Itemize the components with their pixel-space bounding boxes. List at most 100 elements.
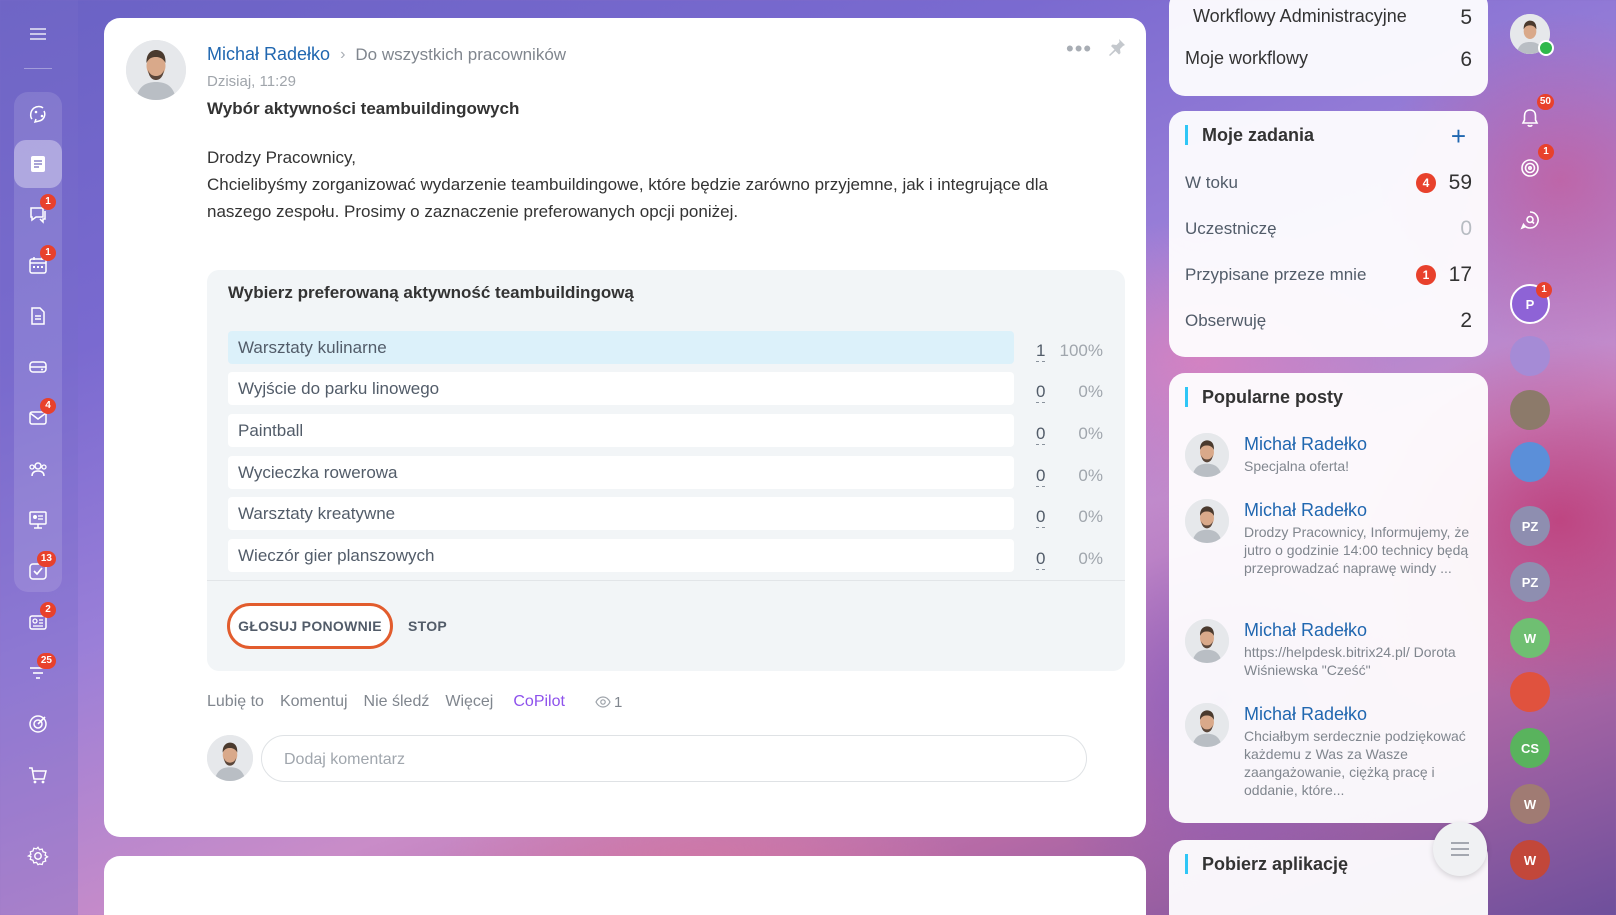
- workflow-row-label: Workflowy Administracyjne: [1193, 6, 1407, 26]
- popular-post-author[interactable]: Michał Radełko: [1244, 499, 1472, 521]
- poll-vote-count[interactable]: 0: [1036, 417, 1046, 445]
- nav-crm-button[interactable]: 2: [14, 598, 62, 646]
- more-link[interactable]: Więcej: [445, 693, 493, 711]
- nav-tasks-button[interactable]: 13: [14, 547, 62, 595]
- get-apps-title[interactable]: Pobierz aplikację: [1185, 854, 1348, 874]
- nav-badge: 1: [40, 194, 56, 210]
- post-date[interactable]: Dzisiaj, 11:29: [207, 73, 296, 90]
- groups-icon: [29, 462, 47, 477]
- workflow-row-label: Moje workflowy: [1185, 48, 1309, 68]
- recent-chat-avatar[interactable]: [1510, 442, 1550, 482]
- nav-cart-button[interactable]: [14, 751, 62, 799]
- popular-post-item[interactable]: Michał Radełko Chciałbym serdecznie podzi…: [1185, 703, 1472, 799]
- recent-chat-avatar[interactable]: [1510, 672, 1550, 712]
- popular-post-author[interactable]: Michał Radełko: [1244, 433, 1472, 455]
- poll-vote-count[interactable]: 0: [1036, 375, 1046, 403]
- workflow-row[interactable]: Moje workflowy 6: [1185, 48, 1472, 72]
- chat-initials: P: [1525, 296, 1535, 312]
- task-filter-row[interactable]: W toku 4 59: [1185, 171, 1472, 195]
- nav-messenger-button[interactable]: 1: [14, 190, 62, 238]
- comment-input[interactable]: Dodaj komentarz: [261, 735, 1087, 782]
- task-filter-label: Uczestniczę: [1185, 219, 1277, 238]
- task-filter-row[interactable]: Przypisane przeze mnie 1 17: [1185, 263, 1472, 287]
- poll-option: Wyjście do parku linowego: [228, 372, 1014, 405]
- my-tasks-title[interactable]: Moje zadania: [1185, 125, 1314, 145]
- poll-vote-count[interactable]: 0: [1036, 459, 1046, 487]
- nav-groups-button[interactable]: [14, 445, 62, 493]
- avatar-photo: [126, 40, 186, 100]
- avatar-photo: [1185, 703, 1229, 747]
- recent-chat-avatar[interactable]: PZ: [1510, 562, 1550, 602]
- nav-target-button[interactable]: [14, 700, 62, 748]
- popular-post-avatar: [1185, 433, 1229, 477]
- workflow-row-count: 6: [1460, 48, 1472, 71]
- copilot-link[interactable]: CoPilot: [513, 693, 565, 711]
- poll-percent: 0%: [1078, 382, 1103, 401]
- author-name-link[interactable]: Michał Radełko: [207, 44, 330, 65]
- nav-badge: 13: [36, 551, 56, 567]
- nav-sparkle-chat-button[interactable]: [14, 90, 62, 138]
- poll-percent: 0%: [1078, 466, 1103, 485]
- task-filter-row[interactable]: Obserwuję 2: [1185, 309, 1472, 333]
- views-counter[interactable]: 1: [595, 694, 622, 711]
- chevron-right-icon: ›: [340, 45, 346, 63]
- popular-post-excerpt: Chciałbym serdecznie podziękować każdemu…: [1244, 728, 1466, 798]
- popular-post-author[interactable]: Michał Radełko: [1244, 703, 1472, 725]
- popular-post-item[interactable]: Michał Radełko https://helpdesk.bitrix24.…: [1185, 619, 1472, 679]
- popular-post-item[interactable]: Michał Radełko Specjalna oferta!: [1185, 433, 1472, 477]
- task-filter-row[interactable]: Uczestniczę 0: [1185, 217, 1472, 241]
- recent-chat-avatar[interactable]: CS: [1510, 728, 1550, 768]
- recent-chat-avatar[interactable]: W: [1510, 840, 1550, 880]
- poll-percent: 0%: [1078, 549, 1103, 568]
- vote-again-button[interactable]: GŁOSUJ PONOWNIE: [227, 603, 393, 649]
- recent-chat-avatar[interactable]: W: [1510, 784, 1550, 824]
- comment-link[interactable]: Komentuj: [280, 693, 348, 711]
- more-options-icon[interactable]: •••: [1066, 36, 1092, 62]
- pin-icon[interactable]: [1106, 36, 1128, 58]
- stop-poll-button[interactable]: STOP: [408, 603, 447, 649]
- chat-initials: W: [1523, 630, 1537, 646]
- author-avatar[interactable]: [126, 40, 186, 100]
- settings-gear-icon[interactable]: [14, 832, 62, 880]
- poll-vote-count[interactable]: 0: [1036, 500, 1046, 528]
- popular-post-item[interactable]: Michał Radełko Drodzy Pracownicy, Informu…: [1185, 499, 1472, 577]
- post-title: Wybór aktywności teambuildingowych: [207, 99, 520, 118]
- recent-chat-avatar[interactable]: P1: [1510, 282, 1552, 324]
- recent-chat-avatar[interactable]: [1510, 336, 1550, 376]
- nav-calendar-button[interactable]: 1: [14, 241, 62, 289]
- poll-vote-count[interactable]: 1: [1036, 334, 1046, 362]
- nav-presentation-button[interactable]: [14, 496, 62, 544]
- chat-badge: 1: [1536, 282, 1552, 298]
- task-filter-label: Przypisane przeze mnie: [1185, 265, 1367, 284]
- avatar-photo: [207, 735, 253, 781]
- post-audience[interactable]: Do wszystkich pracowników: [355, 45, 566, 65]
- notifications-button[interactable]: 50: [1510, 94, 1554, 138]
- poll-question: Wybierz preferowaną aktywność teambuildi…: [228, 283, 634, 302]
- popular-post-author[interactable]: Michał Radełko: [1244, 619, 1472, 641]
- recent-chat-avatar[interactable]: [1510, 390, 1550, 430]
- workflow-row[interactable]: Workflowy Administracyjne 5: [1193, 6, 1472, 30]
- goals-button[interactable]: 1: [1510, 144, 1554, 188]
- poll-percent: 0%: [1078, 424, 1103, 443]
- nav-mail-button[interactable]: 4: [14, 394, 62, 442]
- next-post-card: [104, 856, 1146, 915]
- nav-document-button[interactable]: [14, 292, 62, 340]
- quick-menu-button[interactable]: [1433, 822, 1487, 876]
- nav-drive-button[interactable]: [14, 343, 62, 391]
- avatar-photo: [1185, 619, 1229, 663]
- poll-divider: [207, 580, 1125, 581]
- chat-search-button[interactable]: [1510, 200, 1550, 240]
- views-count: 1: [613, 693, 623, 711]
- poll-option: Warsztaty kulinarne: [228, 331, 1014, 364]
- poll-vote-count[interactable]: 0: [1036, 542, 1046, 570]
- like-link[interactable]: Lubię to: [207, 693, 264, 711]
- recent-chat-avatar[interactable]: W: [1510, 618, 1550, 658]
- unfollow-link[interactable]: Nie śledź: [364, 693, 430, 711]
- user-profile-avatar[interactable]: [1510, 14, 1554, 56]
- poll-percent: 0%: [1078, 507, 1103, 526]
- add-task-button[interactable]: +: [1451, 121, 1466, 152]
- nav-news-feed-button[interactable]: [14, 140, 62, 188]
- menu-hamburger-icon[interactable]: [14, 10, 62, 58]
- nav-filter-funnel-button[interactable]: 25: [14, 649, 62, 697]
- recent-chat-avatar[interactable]: PZ: [1510, 506, 1550, 546]
